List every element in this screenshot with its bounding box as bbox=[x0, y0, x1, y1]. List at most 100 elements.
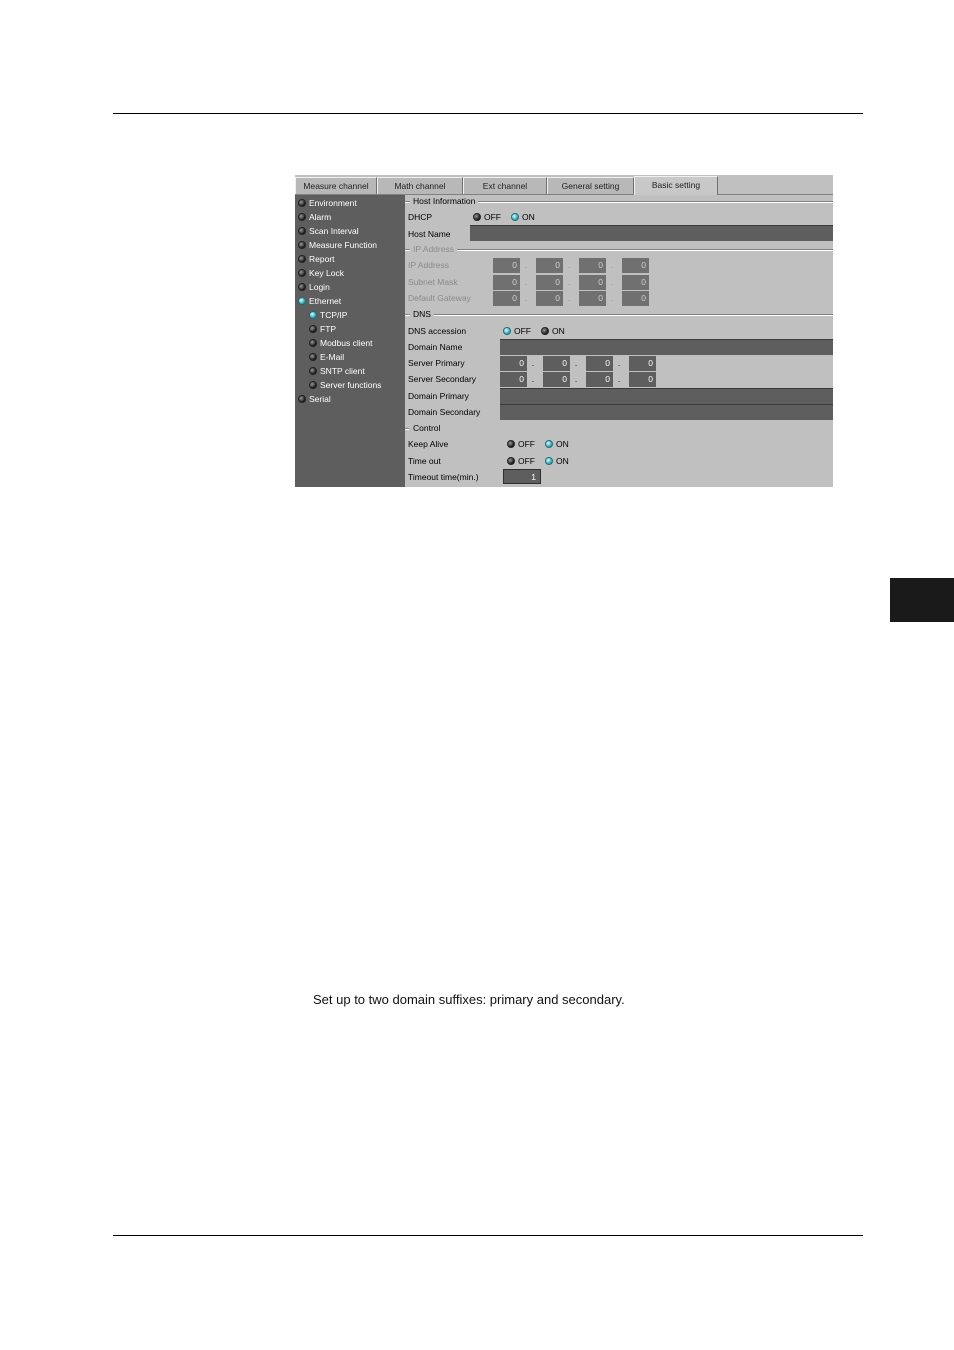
led-off-icon bbox=[298, 213, 306, 221]
domain-name-input[interactable] bbox=[500, 339, 833, 355]
tree-item-sntp-client[interactable]: SNTP client bbox=[309, 365, 365, 378]
radio-selected-icon bbox=[511, 213, 519, 221]
dns-primary-octet-2[interactable]: 0 bbox=[543, 356, 570, 371]
dns-secondary-octet-4[interactable]: 0 bbox=[629, 372, 656, 387]
led-off-icon bbox=[309, 353, 317, 361]
tree-item-label: Serial bbox=[309, 394, 331, 404]
tree-item-alarm[interactable]: Alarm bbox=[298, 211, 331, 224]
tree-item-label: Server functions bbox=[320, 380, 382, 390]
tree-item-modbus-client[interactable]: Modbus client bbox=[309, 337, 372, 350]
keep-alive-off-radio[interactable]: OFF bbox=[507, 438, 535, 450]
domain-secondary-label: Domain Secondary bbox=[408, 407, 481, 417]
host-name-input[interactable] bbox=[470, 225, 833, 241]
group-line bbox=[405, 249, 833, 251]
dns-accession-label: DNS accession bbox=[408, 326, 467, 336]
tab-ext-channel[interactable]: Ext channel bbox=[463, 177, 547, 194]
tree-item-label: FTP bbox=[320, 324, 337, 334]
keep-alive-on-radio[interactable]: ON bbox=[545, 438, 569, 450]
radio-icon bbox=[507, 440, 515, 448]
control-title: Control bbox=[410, 423, 444, 433]
tree-item-label: Scan Interval bbox=[309, 226, 359, 236]
radio-label: ON bbox=[522, 212, 535, 222]
time-out-off-radio[interactable]: OFF bbox=[507, 455, 535, 467]
timeout-time-label: Timeout time(min.) bbox=[408, 472, 479, 482]
tree-item-serial[interactable]: Serial bbox=[298, 393, 331, 406]
dns-accession-off-radio[interactable]: OFF bbox=[503, 325, 531, 337]
tab-basic-setting[interactable]: Basic setting bbox=[634, 176, 718, 195]
radio-icon bbox=[473, 213, 481, 221]
dns-primary-octet-3[interactable]: 0 bbox=[586, 356, 613, 371]
tab-measure-channel[interactable]: Measure channel bbox=[295, 177, 377, 194]
led-off-icon bbox=[298, 241, 306, 249]
settings-screenshot: Measure channel Math channel Ext channel… bbox=[295, 175, 833, 487]
tree-item-server-functions[interactable]: Server functions bbox=[309, 379, 381, 392]
tree-item-scan-interval[interactable]: Scan Interval bbox=[298, 225, 359, 238]
subnet-octet-1[interactable]: 0 bbox=[493, 275, 520, 290]
gateway-octet-3[interactable]: 0 bbox=[579, 291, 606, 306]
gateway-octet-4[interactable]: 0 bbox=[622, 291, 649, 306]
tree-item-measure-function[interactable]: Measure Function bbox=[298, 239, 377, 252]
ip-octet-2[interactable]: 0 bbox=[536, 258, 563, 273]
dhcp-on-radio[interactable]: ON bbox=[511, 211, 535, 223]
tree-item-report[interactable]: Report bbox=[298, 253, 335, 266]
ip-octet-1[interactable]: 0 bbox=[493, 258, 520, 273]
subnet-octet-4[interactable]: 0 bbox=[622, 275, 649, 290]
dns-secondary-octet-1[interactable]: 0 bbox=[500, 372, 527, 387]
tree-item-tcpip[interactable]: TCP/IP bbox=[309, 309, 347, 322]
subnet-octet-3[interactable]: 0 bbox=[579, 275, 606, 290]
dhcp-label: DHCP bbox=[408, 212, 433, 222]
tree-item-label: Measure Function bbox=[309, 240, 378, 250]
server-secondary-label: Server Secondary bbox=[408, 374, 477, 384]
subnet-mask-label: Subnet Mask bbox=[408, 277, 458, 287]
dns-primary-octet-4[interactable]: 0 bbox=[629, 356, 656, 371]
host-information-title: Host Information bbox=[410, 196, 479, 206]
subnet-octet-2[interactable]: 0 bbox=[536, 275, 563, 290]
header-rule bbox=[113, 113, 863, 114]
tree-item-login[interactable]: Login bbox=[298, 281, 330, 294]
timeout-time-input[interactable]: 1 bbox=[503, 469, 541, 484]
ip-octet-3[interactable]: 0 bbox=[579, 258, 606, 273]
settings-tree: Environment Alarm Scan Interval Measure … bbox=[295, 195, 405, 487]
tree-item-label: Environment bbox=[309, 198, 357, 208]
dhcp-off-radio[interactable]: OFF bbox=[473, 211, 501, 223]
radio-label: OFF bbox=[514, 326, 531, 336]
tab-math-channel[interactable]: Math channel bbox=[377, 177, 463, 194]
dns-secondary-octet-2[interactable]: 0 bbox=[543, 372, 570, 387]
domain-primary-label: Domain Primary bbox=[408, 391, 469, 401]
tree-item-ftp[interactable]: FTP bbox=[309, 323, 336, 336]
tab-general-setting[interactable]: General setting bbox=[547, 177, 634, 194]
domain-secondary-input[interactable] bbox=[500, 404, 833, 420]
ip-separator: . bbox=[610, 293, 614, 303]
led-off-icon bbox=[309, 325, 317, 333]
server-primary-label: Server Primary bbox=[408, 358, 465, 368]
default-gateway-label: Default Gateway bbox=[408, 293, 471, 303]
tree-item-label: Modbus client bbox=[320, 338, 373, 348]
radio-selected-icon bbox=[545, 440, 553, 448]
group-line bbox=[405, 428, 409, 430]
ip-separator: . bbox=[531, 374, 535, 384]
ip-separator: . bbox=[567, 260, 571, 270]
group-line bbox=[405, 314, 833, 316]
tree-item-label: Ethernet bbox=[309, 296, 342, 306]
dns-secondary-octet-3[interactable]: 0 bbox=[586, 372, 613, 387]
ip-separator: . bbox=[610, 260, 614, 270]
tree-item-environment[interactable]: Environment bbox=[298, 197, 357, 210]
ip-separator: . bbox=[567, 277, 571, 287]
led-off-icon bbox=[298, 395, 306, 403]
ip-octet-4[interactable]: 0 bbox=[622, 258, 649, 273]
keep-alive-label: Keep Alive bbox=[408, 439, 449, 449]
led-off-icon bbox=[298, 283, 306, 291]
tree-item-email[interactable]: E-Mail bbox=[309, 351, 344, 364]
dns-primary-octet-1[interactable]: 0 bbox=[500, 356, 527, 371]
domain-primary-input[interactable] bbox=[500, 388, 833, 404]
ip-separator: . bbox=[617, 358, 621, 368]
gateway-octet-2[interactable]: 0 bbox=[536, 291, 563, 306]
gateway-octet-1[interactable]: 0 bbox=[493, 291, 520, 306]
tree-item-ethernet[interactable]: Ethernet bbox=[298, 295, 341, 308]
dns-accession-on-radio[interactable]: ON bbox=[541, 325, 565, 337]
tree-item-key-lock[interactable]: Key Lock bbox=[298, 267, 344, 280]
radio-label: ON bbox=[556, 439, 569, 449]
ip-address-label: IP Address bbox=[408, 260, 449, 270]
time-out-on-radio[interactable]: ON bbox=[545, 455, 569, 467]
ip-separator: . bbox=[574, 374, 578, 384]
